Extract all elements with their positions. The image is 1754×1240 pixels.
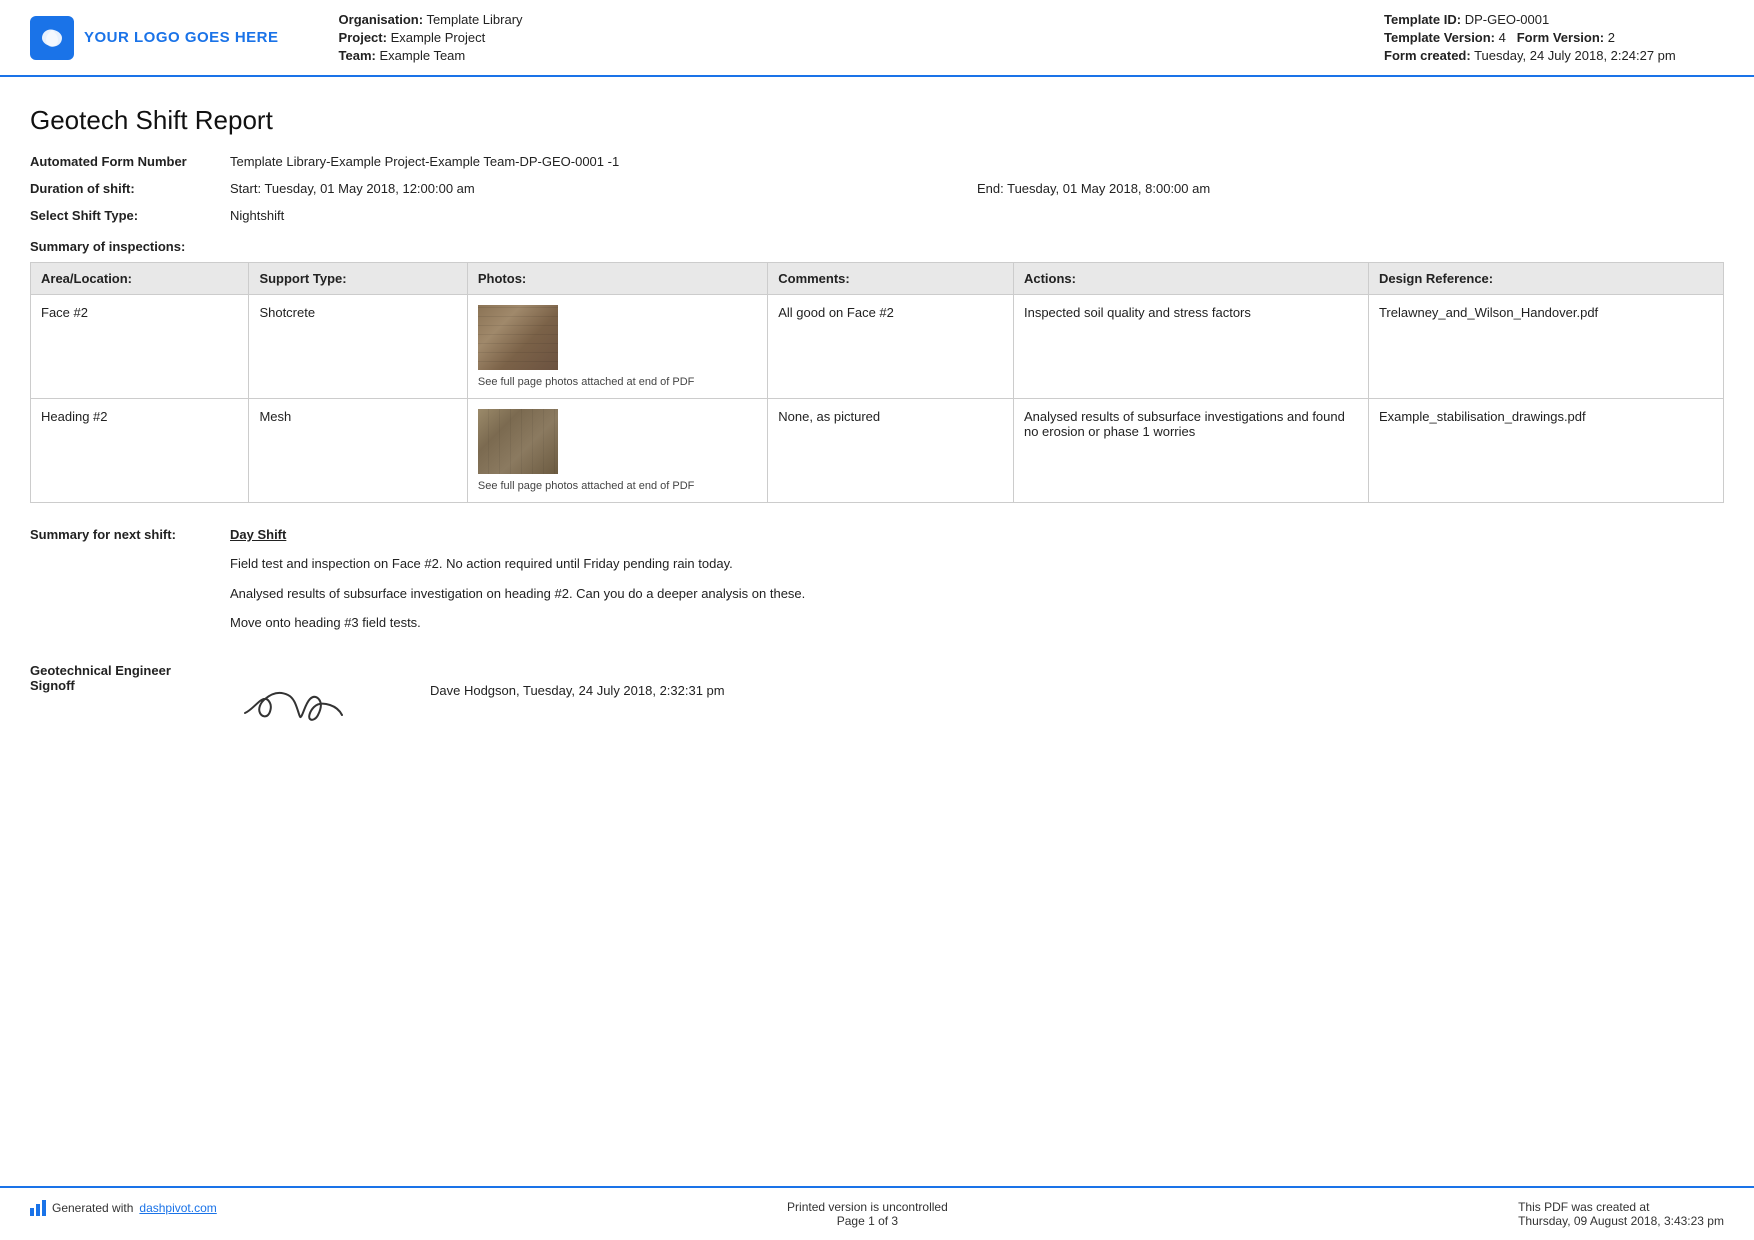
cell-actions: Analysed results of subsurface investiga… [1013, 399, 1368, 503]
next-shift-label: Summary for next shift: [30, 527, 230, 542]
signoff-label-line2: Signoff [30, 678, 230, 693]
next-shift-para-1: Field test and inspection on Face #2. No… [230, 554, 1724, 574]
header-right: Template ID: DP-GEO-0001 Template Versio… [1384, 12, 1724, 63]
footer-left: Generated with dashpivot.com [30, 1200, 217, 1216]
footer-created-line2: Thursday, 09 August 2018, 3:43:23 pm [1518, 1214, 1724, 1228]
form-created-field: Form created: Tuesday, 24 July 2018, 2:2… [1384, 48, 1724, 63]
photo-caption: See full page photos attached at end of … [478, 376, 757, 388]
logo-icon [30, 16, 74, 60]
cell-actions: Inspected soil quality and stress factor… [1013, 295, 1368, 399]
automated-form-label: Automated Form Number [30, 154, 230, 169]
footer-created-line1: This PDF was created at [1518, 1200, 1724, 1214]
cell-photos: See full page photos attached at end of … [467, 295, 767, 399]
cell-support: Mesh [249, 399, 467, 503]
cell-comments: None, as pictured [768, 399, 1014, 503]
team-label: Team: [339, 48, 376, 63]
shift-type-row: Select Shift Type: Nightshift [30, 208, 1724, 223]
footer-page: Page 1 of 3 [787, 1214, 948, 1228]
cell-design: Trelawney_and_Wilson_Handover.pdf [1368, 295, 1723, 399]
page-header: YOUR LOGO GOES HERE Organisation: Templa… [0, 0, 1754, 77]
template-version-value: 4 [1499, 30, 1506, 45]
project-field: Project: Example Project [339, 30, 1364, 45]
table-row: Heading #2 Mesh See full page photos att… [31, 399, 1724, 503]
photo-image [478, 305, 558, 370]
cell-design: Example_stabilisation_drawings.pdf [1368, 399, 1723, 503]
organisation-label: Organisation: [339, 12, 424, 27]
automated-form-row: Automated Form Number Template Library-E… [30, 154, 1724, 169]
next-shift-title: Day Shift [230, 527, 1724, 542]
summary-heading: Summary of inspections: [30, 239, 1724, 254]
inspection-table: Area/Location: Support Type: Photos: Com… [30, 262, 1724, 503]
project-label: Project: [339, 30, 387, 45]
photo-image [478, 409, 558, 474]
organisation-value: Template Library [426, 12, 522, 27]
report-title: Geotech Shift Report [30, 105, 1724, 136]
form-created-label: Form created: [1384, 48, 1471, 63]
signoff-label-line1: Geotechnical Engineer [30, 663, 230, 678]
footer-uncontrolled: Printed version is uncontrolled [787, 1200, 948, 1214]
photo-caption: See full page photos attached at end of … [478, 480, 757, 492]
dashpivot-link[interactable]: dashpivot.com [139, 1201, 216, 1215]
col-header-support: Support Type: [249, 263, 467, 295]
template-id-label: Template ID: [1384, 12, 1461, 27]
version-field: Template Version: 4 Form Version: 2 [1384, 30, 1724, 45]
col-header-comments: Comments: [768, 263, 1014, 295]
shift-type-value: Nightshift [230, 208, 1724, 223]
next-shift-para-2: Analysed results of subsurface investiga… [230, 584, 1724, 604]
cell-photos: See full page photos attached at end of … [467, 399, 767, 503]
team-field: Team: Example Team [339, 48, 1364, 63]
template-id-value: DP-GEO-0001 [1465, 12, 1550, 27]
cell-area: Face #2 [31, 295, 249, 399]
signature-svg [230, 663, 370, 733]
cell-comments: All good on Face #2 [768, 295, 1014, 399]
header-center: Organisation: Template Library Project: … [299, 12, 1364, 63]
col-header-actions: Actions: [1013, 263, 1368, 295]
signoff-signature [230, 663, 410, 736]
col-header-area: Area/Location: [31, 263, 249, 295]
col-header-photos: Photos: [467, 263, 767, 295]
signoff-info: Dave Hodgson, Tuesday, 24 July 2018, 2:3… [410, 663, 725, 698]
footer-center: Printed version is uncontrolled Page 1 o… [787, 1200, 948, 1228]
project-value: Example Project [391, 30, 486, 45]
page-footer: Generated with dashpivot.com Printed ver… [0, 1186, 1754, 1240]
form-version-label: Form Version: [1517, 30, 1604, 45]
signoff-label: Geotechnical Engineer Signoff [30, 663, 230, 693]
logo-area: YOUR LOGO GOES HERE [30, 16, 279, 60]
duration-start: Start: Tuesday, 01 May 2018, 12:00:00 am [230, 181, 977, 196]
footer-right: This PDF was created at Thursday, 09 Aug… [1518, 1200, 1724, 1228]
duration-row: Duration of shift: Start: Tuesday, 01 Ma… [30, 181, 1724, 196]
automated-form-value: Template Library-Example Project-Example… [230, 154, 1724, 169]
form-created-value: Tuesday, 24 July 2018, 2:24:27 pm [1474, 48, 1676, 63]
duration-values: Start: Tuesday, 01 May 2018, 12:00:00 am… [230, 181, 1724, 196]
signoff-row: Geotechnical Engineer Signoff Dave Hodgs… [30, 663, 1724, 736]
organisation-field: Organisation: Template Library [339, 12, 1364, 27]
duration-label: Duration of shift: [30, 181, 230, 196]
cell-support: Shotcrete [249, 295, 467, 399]
team-value: Example Team [379, 48, 465, 63]
col-header-design: Design Reference: [1368, 263, 1723, 295]
generated-text: Generated with [52, 1201, 133, 1215]
shift-type-label: Select Shift Type: [30, 208, 230, 223]
next-shift-row: Summary for next shift: Day Shift Field … [30, 527, 1724, 643]
next-shift-content: Day Shift Field test and inspection on F… [230, 527, 1724, 643]
cell-area: Heading #2 [31, 399, 249, 503]
duration-end: End: Tuesday, 01 May 2018, 8:00:00 am [977, 181, 1724, 196]
logo-text: YOUR LOGO GOES HERE [84, 29, 279, 46]
template-version-label: Template Version: [1384, 30, 1495, 45]
dashpivot-icon [30, 1200, 46, 1216]
main-content: Geotech Shift Report Automated Form Numb… [0, 77, 1754, 816]
form-version-value: 2 [1608, 30, 1615, 45]
next-shift-para-3: Move onto heading #3 field tests. [230, 613, 1724, 633]
table-row: Face #2 Shotcrete See full page photos a… [31, 295, 1724, 399]
template-id-field: Template ID: DP-GEO-0001 [1384, 12, 1724, 27]
